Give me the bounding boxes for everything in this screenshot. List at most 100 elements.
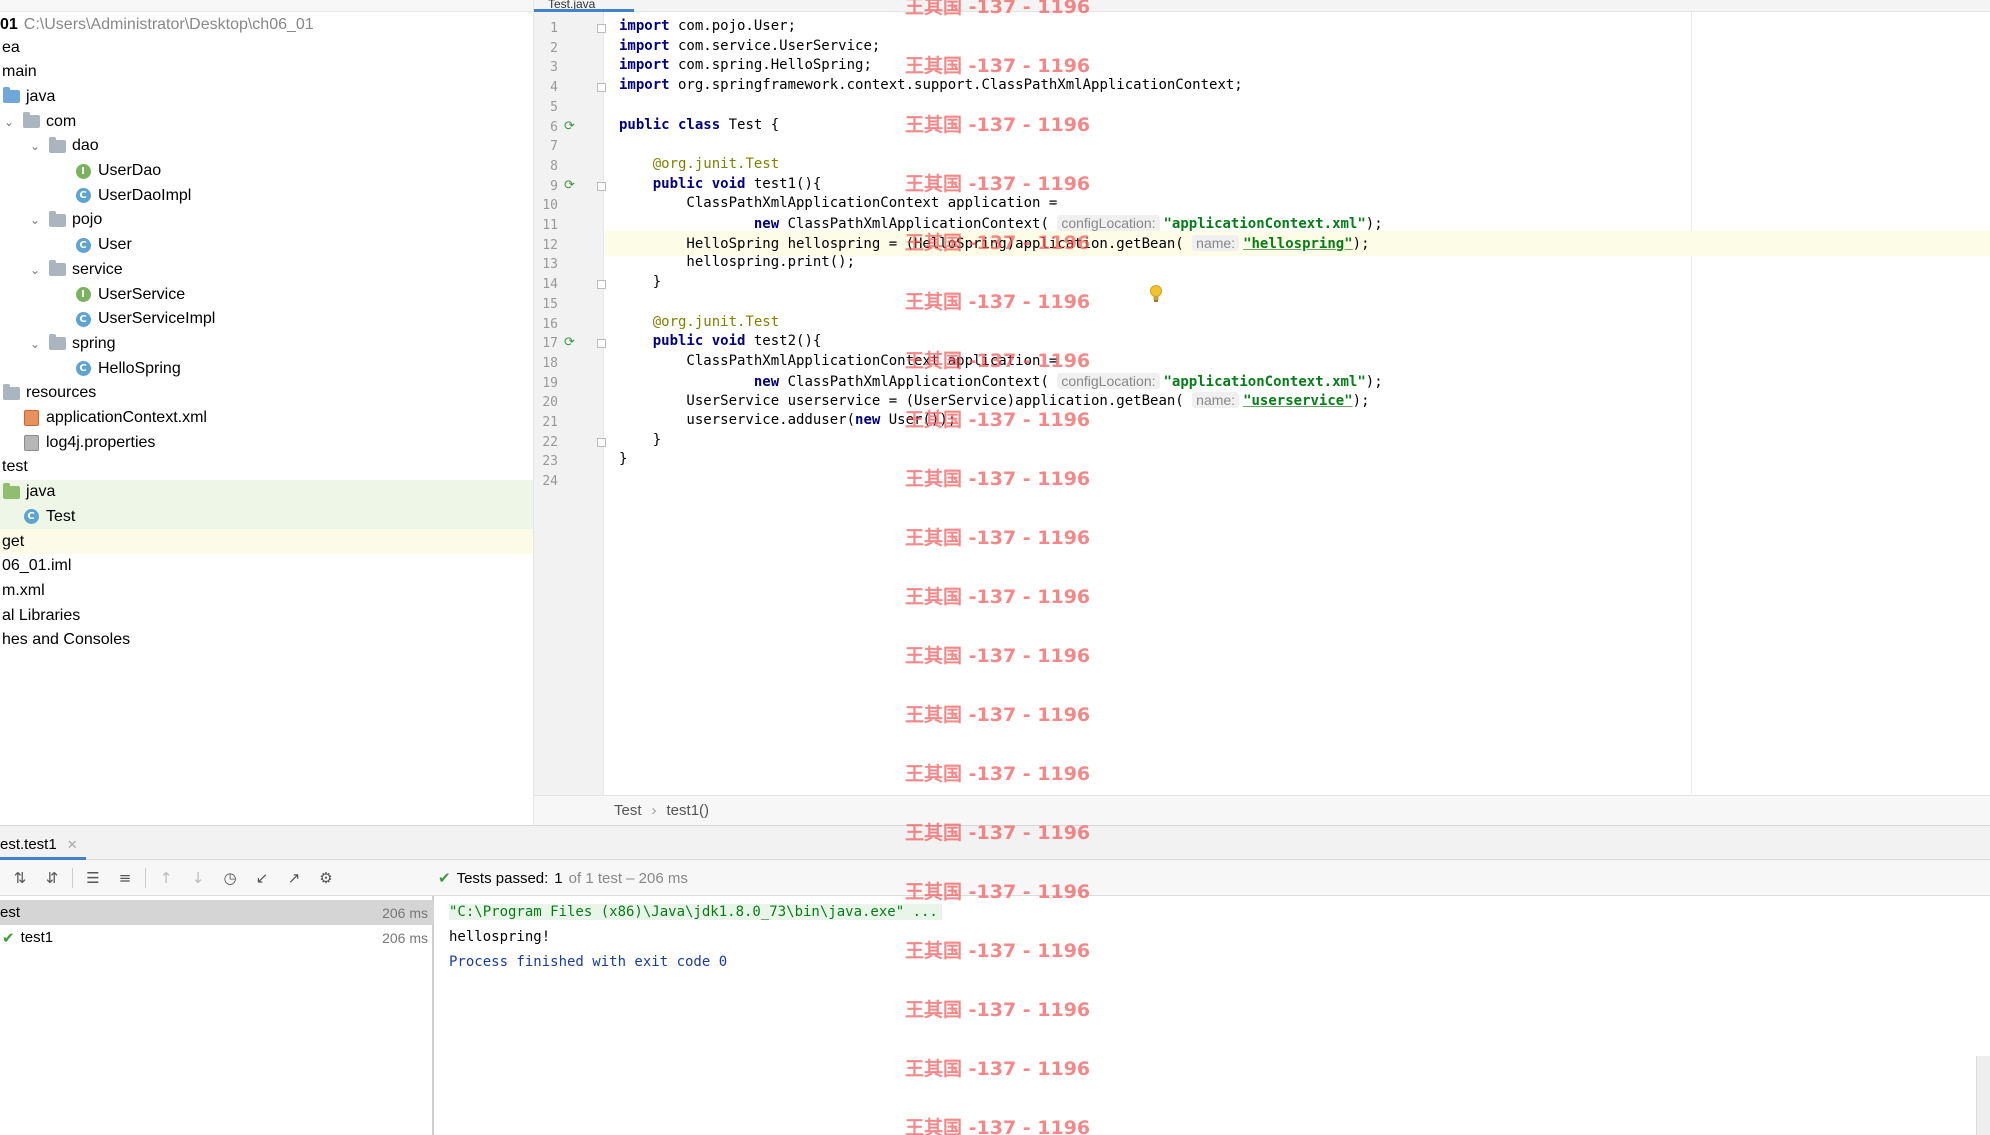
project-tool-window: 01 C:\Users\Administrator\Desktop\ch06_0… xyxy=(0,0,534,825)
chevron-down-icon[interactable]: ⌄ xyxy=(28,263,42,277)
test-tree-row[interactable]: ✔ test1 206 ms xyxy=(0,925,434,950)
tree-item[interactable]: ⌄ com xyxy=(0,109,533,134)
run-console[interactable]: "C:\Program Files (x86)\Java\jdk1.8.0_73… xyxy=(436,896,1990,1135)
line-number[interactable]: 7 xyxy=(534,139,558,154)
collapse-all-icon[interactable]: ≡ xyxy=(113,866,137,890)
folder-icon xyxy=(2,87,20,105)
tree-item[interactable]: main xyxy=(0,60,533,85)
run-test-icon[interactable]: ⟳ xyxy=(564,119,575,134)
line-number[interactable]: 15 xyxy=(534,297,558,312)
tree-item[interactable]: ⌄ spring xyxy=(0,331,533,356)
tree-item[interactable]: I UserService xyxy=(0,282,533,307)
test-tree-row[interactable]: est 206 ms xyxy=(0,900,434,925)
tree-item[interactable]: log4j.properties xyxy=(0,430,533,455)
line-number[interactable]: 13 xyxy=(534,257,558,272)
tree-item[interactable]: C UserDaoImpl xyxy=(0,183,533,208)
expand-all-icon[interactable]: ☰ xyxy=(81,866,105,890)
tree-item-label: java xyxy=(26,483,56,501)
breadcrumb-method[interactable]: test1() xyxy=(667,802,710,819)
test-name: test1 xyxy=(20,929,54,946)
tree-item-label: m.xml xyxy=(2,581,45,599)
run-test-icon[interactable]: ⟳ xyxy=(564,335,575,350)
line-number[interactable]: 14 xyxy=(534,277,558,292)
tree-item[interactable]: java xyxy=(0,479,533,505)
editor-tab-test-java[interactable]: Test.java xyxy=(534,0,634,12)
chevron-down-icon[interactable]: ⌄ xyxy=(28,213,42,227)
settings-gear-icon[interactable]: ⚙ xyxy=(314,866,338,890)
code-token: "hellospring" xyxy=(1243,235,1353,252)
chevron-down-icon[interactable]: ⌄ xyxy=(28,139,42,153)
code-area[interactable]: import com.pojo.User; import com.service.… xyxy=(605,12,1990,795)
tree-item[interactable]: C User xyxy=(0,233,533,258)
tree-item[interactable]: hes and Consoles xyxy=(0,628,533,653)
line-number[interactable]: 2 xyxy=(534,41,558,56)
tree-item[interactable]: ⌄ pojo xyxy=(0,208,533,233)
line-number[interactable]: 6 xyxy=(534,120,558,135)
sort-by-duration-icon[interactable]: ⇵ xyxy=(40,866,64,890)
line-number[interactable]: 8 xyxy=(534,159,558,174)
chevron-down-icon[interactable]: ⌄ xyxy=(2,115,16,129)
run-test-icon[interactable]: ⟳ xyxy=(564,178,575,193)
code-token: Test { xyxy=(720,116,780,133)
code-token: @org.junit. xyxy=(652,313,746,330)
line-number[interactable]: 24 xyxy=(534,474,558,489)
export-test-results-icon[interactable]: ↗ xyxy=(282,866,306,890)
test-tree-label: ✔ test1 xyxy=(0,929,382,947)
line-number[interactable]: 20 xyxy=(534,395,558,410)
close-icon[interactable]: ✕ xyxy=(67,837,78,853)
code-token: userservice.adduser( xyxy=(619,412,856,428)
interface-icon: I xyxy=(74,163,92,179)
line-number[interactable]: 19 xyxy=(534,376,558,391)
tree-item-label: resources xyxy=(26,384,97,402)
class-badge: C xyxy=(75,188,91,204)
import-tests-icon[interactable]: ↙ xyxy=(250,866,274,890)
chevron-down-icon[interactable]: ⌄ xyxy=(28,337,42,351)
breadcrumb-class[interactable]: Test xyxy=(614,802,642,819)
intention-bulb-icon[interactable] xyxy=(1149,285,1163,303)
tree-item[interactable]: get xyxy=(0,529,533,554)
tree-item[interactable]: C Test xyxy=(0,504,533,530)
tree-item[interactable]: ⌄ dao xyxy=(0,134,533,159)
line-number[interactable]: 16 xyxy=(534,317,558,332)
console-scrollbar[interactable] xyxy=(1976,1056,1990,1135)
tree-item[interactable]: m.xml xyxy=(0,578,533,603)
line-number[interactable]: 9 xyxy=(534,179,558,194)
line-number[interactable]: 12 xyxy=(534,238,558,253)
line-number[interactable]: 22 xyxy=(534,435,558,450)
line-number[interactable]: 3 xyxy=(534,60,558,75)
test-history-icon[interactable]: ◷ xyxy=(218,866,242,890)
tree-item[interactable]: al Libraries xyxy=(0,603,533,628)
code-line[interactable] xyxy=(605,467,1990,492)
run-tab-test1[interactable]: est.test1 ✕ xyxy=(0,832,86,860)
line-number[interactable]: 10 xyxy=(534,198,558,213)
properties-file-shape xyxy=(23,434,39,451)
tree-item[interactable]: java xyxy=(0,84,533,109)
tree-item[interactable]: resources xyxy=(0,381,533,406)
line-number[interactable]: 23 xyxy=(534,454,558,469)
next-failed-test-icon[interactable]: ↓ xyxy=(186,866,210,890)
line-number[interactable]: 1 xyxy=(534,21,558,36)
tree-item[interactable]: applicationContext.xml xyxy=(0,406,533,431)
line-number[interactable]: 17 xyxy=(534,336,558,351)
line-number[interactable]: 11 xyxy=(534,218,558,233)
sort-alphabetically-icon[interactable]: ⇅ xyxy=(8,866,32,890)
tree-item[interactable]: 06_01.iml xyxy=(0,554,533,579)
tree-item[interactable]: ea xyxy=(0,35,533,60)
project-root-row[interactable]: 01 C:\Users\Administrator\Desktop\ch06_0… xyxy=(0,12,533,37)
line-number[interactable]: 5 xyxy=(534,100,558,115)
tree-item[interactable]: ⌄ service xyxy=(0,257,533,282)
tree-item[interactable]: C UserServiceImpl xyxy=(0,307,533,332)
line-number[interactable]: 21 xyxy=(534,415,558,430)
folder-shape xyxy=(2,87,20,104)
class-icon: C xyxy=(74,361,92,377)
code-token: Test xyxy=(745,313,780,330)
tree-item-label: pojo xyxy=(72,211,103,229)
tree-item[interactable]: test xyxy=(0,455,533,480)
tree-item[interactable]: C HelloSpring xyxy=(0,356,533,381)
line-number[interactable]: 4 xyxy=(534,80,558,95)
tree-item[interactable]: I UserDao xyxy=(0,159,533,184)
previous-failed-test-icon[interactable]: ↑ xyxy=(154,866,178,890)
line-number[interactable]: 18 xyxy=(534,356,558,371)
xml-file-shape xyxy=(23,410,39,426)
